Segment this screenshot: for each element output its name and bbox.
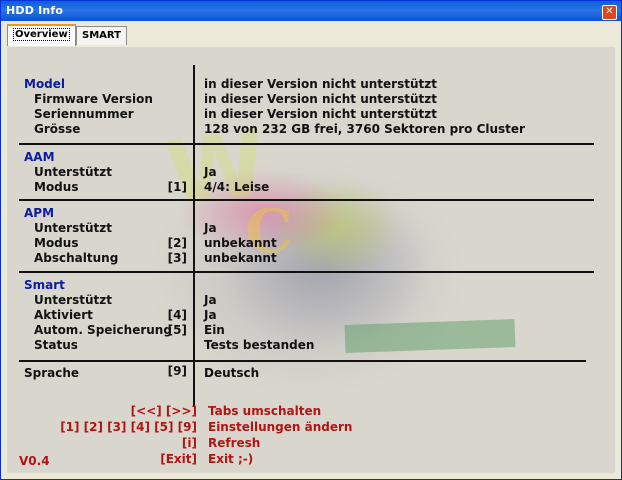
language-key[interactable]: [9] <box>168 364 187 378</box>
serial-label: Seriennummer <box>34 107 134 121</box>
hdd-info-window: HDD Info ✕ Overview SMART W C Model in d… <box>0 0 622 480</box>
smart-supported-label: Unterstützt <box>34 293 112 307</box>
smart-status-label: Status <box>34 338 78 352</box>
footer-action-settings: Einstellungen ändern <box>208 420 353 434</box>
language-label: Sprache <box>24 366 80 380</box>
overview-panel: W C Model in dieser Version nicht unters… <box>7 47 615 473</box>
size-label: Grösse <box>34 122 81 136</box>
language-value: Deutsch <box>204 366 260 380</box>
tab-smart-label: SMART <box>82 30 121 41</box>
apm-supported-label: Unterstützt <box>34 221 112 235</box>
tab-bar: Overview SMART <box>1 21 621 47</box>
footer-action-refresh: Refresh <box>208 436 261 450</box>
footer-keys-refresh[interactable]: [i] <box>182 436 197 450</box>
aam-mode-value: 4/4: Leise <box>204 180 270 194</box>
smart-autosave-label: Autom. Speicherung <box>34 323 172 337</box>
footer-action-exit: Exit ;-) <box>208 452 254 466</box>
aam-mode-label: Modus <box>34 180 79 194</box>
column-divider <box>193 65 195 407</box>
aam-header: AAM <box>24 150 55 164</box>
section-divider <box>19 199 594 201</box>
apm-header: APM <box>24 206 55 220</box>
footer-keys-tabs[interactable]: [<<] [>>] <box>131 404 197 418</box>
aam-supported-label: Unterstützt <box>34 165 112 179</box>
size-value: 128 von 232 GB frei, 3760 Sektoren pro C… <box>204 122 525 136</box>
smart-autosave-key[interactable]: [5] <box>168 323 187 337</box>
version-label: V0.4 <box>19 454 50 468</box>
apm-supported-value: Ja <box>204 221 217 235</box>
close-icon[interactable]: ✕ <box>602 5 617 20</box>
apm-mode-key[interactable]: [2] <box>168 236 187 250</box>
apm-shutdown-label: Abschaltung <box>34 251 119 265</box>
window-title: HDD Info <box>6 4 64 17</box>
smart-enabled-value: Ja <box>204 308 217 322</box>
apm-mode-label: Modus <box>34 236 79 250</box>
tab-overview[interactable]: Overview <box>7 24 76 46</box>
section-divider <box>19 360 586 362</box>
footer-keys-exit[interactable]: [Exit] <box>160 452 197 466</box>
model-value: in dieser Version nicht unterstützt <box>204 77 437 91</box>
apm-shutdown-key[interactable]: [3] <box>168 251 187 265</box>
aam-supported-value: Ja <box>204 165 217 179</box>
firmware-label: Firmware Version <box>34 92 153 106</box>
smart-status-value: Tests bestanden <box>204 338 315 352</box>
section-divider <box>19 271 594 273</box>
tab-overview-label: Overview <box>13 28 70 41</box>
smart-enabled-label: Aktiviert <box>34 308 93 322</box>
smart-supported-value: Ja <box>204 293 217 307</box>
aam-mode-key[interactable]: [1] <box>168 180 187 194</box>
smart-enabled-key[interactable]: [4] <box>168 308 187 322</box>
footer-keys-settings[interactable]: [1] [2] [3] [4] [5] [9] <box>60 420 197 434</box>
apm-mode-value: unbekannt <box>204 236 277 250</box>
smart-header: Smart <box>24 278 65 292</box>
smart-autosave-value: Ein <box>204 323 225 337</box>
model-header: Model <box>24 77 66 91</box>
firmware-value: in dieser Version nicht unterstützt <box>204 92 437 106</box>
apm-shutdown-value: unbekannt <box>204 251 277 265</box>
serial-value: in dieser Version nicht unterstützt <box>204 107 437 121</box>
footer-action-tabs: Tabs umschalten <box>208 404 322 418</box>
title-bar[interactable]: HDD Info ✕ <box>1 1 621 21</box>
tab-smart[interactable]: SMART <box>76 26 127 45</box>
section-divider <box>19 143 594 145</box>
